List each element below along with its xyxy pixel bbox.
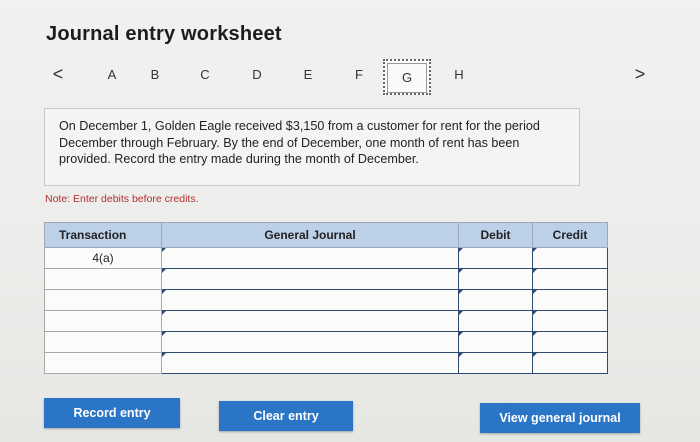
account-input[interactable] xyxy=(161,247,459,269)
debit-input[interactable] xyxy=(458,247,533,269)
credit-input[interactable] xyxy=(532,289,608,311)
table-row xyxy=(44,310,608,332)
table-row xyxy=(44,331,608,353)
table-row xyxy=(44,289,608,311)
table-row xyxy=(44,352,608,374)
transaction-cell xyxy=(44,268,162,290)
journal-entry-worksheet: Journal entry worksheet < A B C D E F G … xyxy=(0,0,700,442)
tab-d[interactable]: D xyxy=(247,67,267,82)
tab-f[interactable]: F xyxy=(349,67,369,82)
clear-entry-button[interactable]: Clear entry xyxy=(219,401,353,431)
debit-input[interactable] xyxy=(458,289,533,311)
debit-input[interactable] xyxy=(458,352,533,374)
tab-a[interactable]: A xyxy=(102,67,122,82)
record-entry-button[interactable]: Record entry xyxy=(44,398,180,428)
transaction-cell xyxy=(44,310,162,332)
transaction-cell xyxy=(44,289,162,311)
prev-arrow-icon[interactable]: < xyxy=(48,64,68,85)
account-input[interactable] xyxy=(161,331,459,353)
account-input[interactable] xyxy=(161,289,459,311)
credit-input[interactable] xyxy=(532,331,608,353)
page-title: Journal entry worksheet xyxy=(46,23,282,45)
tab-c[interactable]: C xyxy=(195,67,215,82)
debit-input[interactable] xyxy=(458,331,533,353)
view-general-journal-button[interactable]: View general journal xyxy=(480,403,640,433)
tab-g-label: G xyxy=(387,63,427,93)
col-header-transaction: Transaction xyxy=(44,222,162,248)
table-row: 4(a) xyxy=(44,247,608,269)
next-arrow-icon[interactable]: > xyxy=(630,64,650,85)
problem-statement: On December 1, Golden Eagle received $3,… xyxy=(44,108,580,186)
transaction-cell xyxy=(44,331,162,353)
tab-e[interactable]: E xyxy=(298,67,318,82)
table-row xyxy=(44,268,608,290)
instruction-note: Note: Enter debits before credits. xyxy=(45,193,199,205)
journal-table: Transaction General Journal Debit Credit… xyxy=(44,222,608,374)
debit-input[interactable] xyxy=(458,268,533,290)
account-input[interactable] xyxy=(161,268,459,290)
col-header-credit: Credit xyxy=(532,222,608,248)
tab-g-active[interactable]: G xyxy=(383,59,431,95)
tab-b[interactable]: B xyxy=(145,67,165,82)
worksheet-navigation: < A B C D E F G H > xyxy=(40,59,660,100)
tab-h[interactable]: H xyxy=(449,67,469,82)
transaction-cell xyxy=(44,352,162,374)
credit-input[interactable] xyxy=(532,268,608,290)
debit-input[interactable] xyxy=(458,310,533,332)
credit-input[interactable] xyxy=(532,247,608,269)
account-input[interactable] xyxy=(161,310,459,332)
credit-input[interactable] xyxy=(532,352,608,374)
transaction-cell: 4(a) xyxy=(44,247,162,269)
credit-input[interactable] xyxy=(532,310,608,332)
col-header-debit: Debit xyxy=(458,222,533,248)
account-input[interactable] xyxy=(161,352,459,374)
col-header-general-journal: General Journal xyxy=(161,222,459,248)
